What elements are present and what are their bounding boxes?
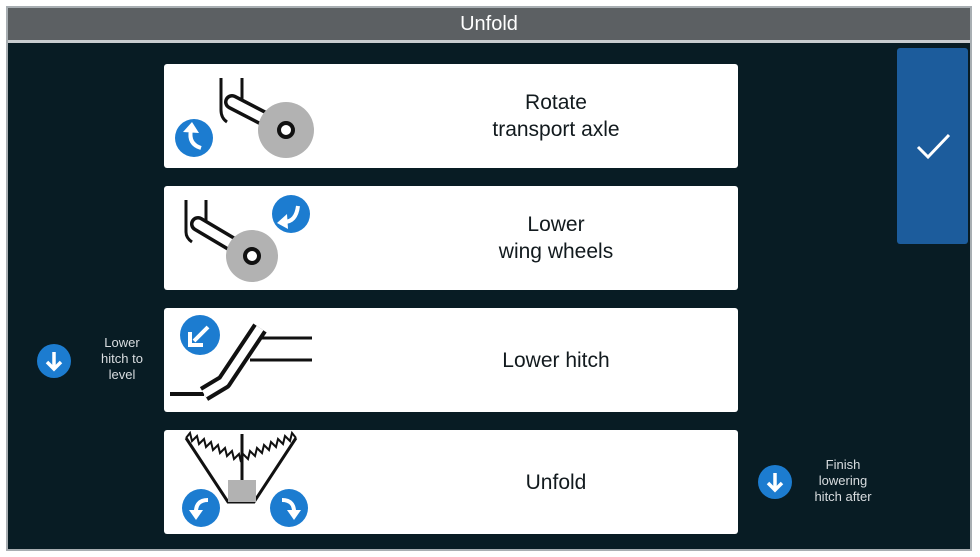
- step-lower-hitch-button[interactable]: Lower hitch: [164, 308, 738, 412]
- right-note: Finish lowering hitch after: [814, 457, 872, 504]
- hitch-illustration: [170, 315, 312, 401]
- wing-wheels-illustration: [184, 195, 310, 282]
- step-label: Rotate transport axle: [492, 91, 620, 141]
- transport-axle-illustration: [175, 78, 314, 158]
- down-left-arrow-icon: [180, 315, 220, 355]
- rotate-cw-arrow-icon: [272, 195, 310, 233]
- step-label: Unfold: [525, 470, 587, 494]
- down-arrow-icon: [37, 344, 71, 378]
- down-arrow-icon: [758, 465, 792, 499]
- left-note: Lower hitch to level: [101, 335, 143, 382]
- checkmark-icon: [916, 133, 950, 160]
- step-label: Lower hitch: [502, 348, 610, 372]
- rotate-ccw-arrow-icon: [175, 119, 213, 157]
- unfold-illustration: [182, 430, 308, 527]
- window-title: Unfold: [8, 8, 970, 43]
- step-unfold-button[interactable]: Unfold: [164, 430, 738, 534]
- unfold-screen: Unfold Rotate transport axle Lower wing …: [6, 6, 972, 551]
- step-lower-wing-wheels-button[interactable]: Lower wing wheels: [164, 186, 738, 290]
- step-label: Lower wing wheels: [498, 213, 614, 263]
- step-rotate-transport-axle-button[interactable]: Rotate transport axle: [164, 64, 738, 168]
- confirm-button[interactable]: [897, 48, 968, 244]
